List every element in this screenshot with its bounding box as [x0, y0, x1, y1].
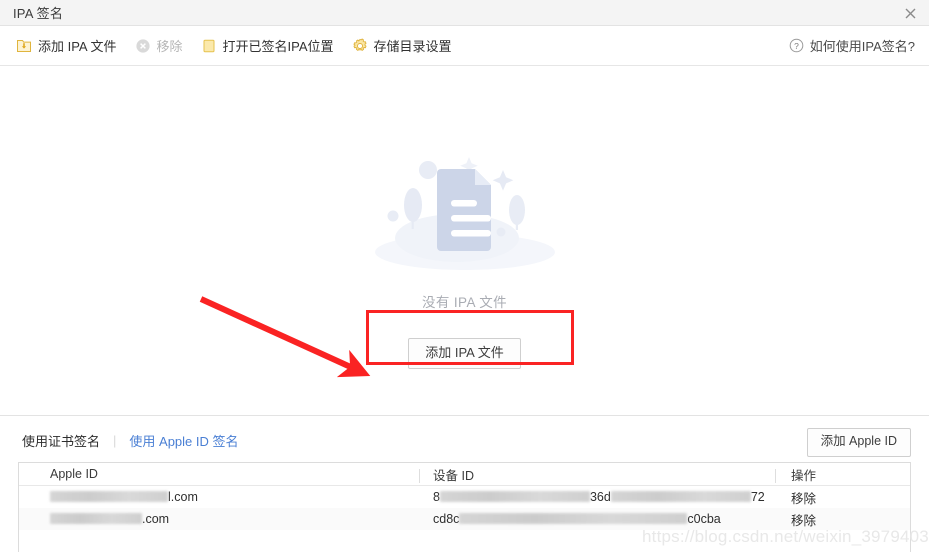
apple-id-suffix: l.com: [168, 490, 198, 504]
close-glyph: [905, 8, 915, 18]
redacted-bar: [50, 513, 142, 524]
device-id-mid: 36d: [589, 490, 611, 504]
close-icon[interactable]: [899, 3, 921, 23]
redacted-bar: [50, 491, 168, 502]
circle-x-icon: [135, 38, 151, 54]
toolbar-add-ipa-button[interactable]: 添加 IPA 文件: [10, 33, 123, 59]
folder-icon: [201, 38, 217, 54]
device-id-prefix: cd8c: [433, 512, 460, 526]
main-content-area: 没有 IPA 文件 添加 IPA 文件: [0, 66, 929, 415]
toolbar-remove-label: 移除: [156, 39, 183, 54]
signing-section: 使用证书签名 | 使用 Apple ID 签名 添加 Apple ID Appl…: [0, 415, 929, 553]
apple-id-suffix: .com: [142, 512, 170, 526]
download-to-folder-icon: [16, 38, 32, 54]
toolbar-remove-button[interactable]: 移除: [129, 33, 189, 59]
page-title: IPA 签名: [13, 6, 64, 21]
question-circle-icon: ?: [789, 38, 805, 54]
table-header-row: Apple ID 设备 ID 操作: [19, 463, 910, 486]
row-remove-link[interactable]: 移除: [791, 492, 816, 506]
empty-state-message: 没有 IPA 文件: [421, 295, 508, 310]
cell-device-id: cd8c c0cba: [419, 512, 775, 526]
cell-device-id: 8 36d 72: [419, 490, 775, 504]
toolbar-storage-settings-button[interactable]: 存储目录设置: [346, 33, 458, 59]
svg-text:?: ?: [794, 41, 799, 51]
redacted-bar: [459, 513, 688, 524]
device-id-suffix: 72: [750, 490, 765, 504]
toolbar-storage-settings-label: 存储目录设置: [373, 39, 452, 54]
redacted-bar: [439, 491, 590, 502]
ipa-signer-window: IPA 签名 添加 IPA 文件 移除 打开已签名IPA位置 存储目录设置 ? …: [0, 0, 929, 553]
toolbar-help-button[interactable]: ? 如何使用IPA签名?: [785, 33, 919, 59]
row-remove-link[interactable]: 移除: [791, 514, 816, 528]
toolbar-open-signed-location-button[interactable]: 打开已签名IPA位置: [195, 33, 340, 59]
toolbar-help-label: 如何使用IPA签名?: [809, 39, 915, 54]
tab-sign-with-apple-id[interactable]: 使用 Apple ID 签名: [129, 431, 238, 450]
apple-id-table: Apple ID 设备 ID 操作 l.com 8 36d 72 移除 .com…: [18, 462, 911, 552]
cell-action: 移除: [775, 488, 910, 507]
table-row[interactable]: l.com 8 36d 72 移除: [19, 486, 910, 508]
tab-separator: |: [113, 432, 117, 448]
title-bar: IPA 签名: [0, 0, 929, 26]
signing-tabs: 使用证书签名 | 使用 Apple ID 签名 添加 Apple ID: [0, 416, 929, 464]
table-row[interactable]: .com cd8c c0cba 移除: [19, 508, 910, 530]
column-header-apple-id: Apple ID: [50, 467, 98, 481]
column-header-device-id: 设备 ID: [419, 465, 775, 484]
cell-action: 移除: [775, 510, 910, 529]
add-apple-id-button[interactable]: 添加 Apple ID: [806, 428, 911, 457]
device-id-suffix: c0cba: [687, 512, 721, 526]
cell-apple-id: .com: [19, 512, 419, 526]
empty-state: 没有 IPA 文件 添加 IPA 文件: [305, 132, 625, 370]
add-ipa-file-button[interactable]: 添加 IPA 文件: [408, 338, 521, 370]
toolbar: 添加 IPA 文件 移除 打开已签名IPA位置 存储目录设置 ? 如何使用IPA…: [0, 26, 929, 66]
cell-apple-id: l.com: [19, 490, 419, 504]
toolbar-open-signed-location-label: 打开已签名IPA位置: [222, 39, 334, 54]
column-header-action: 操作: [775, 465, 910, 484]
toolbar-add-ipa-label: 添加 IPA 文件: [38, 39, 117, 54]
redacted-bar: [610, 491, 751, 502]
device-id-prefix: 8: [433, 490, 440, 504]
empty-document-illustration: [374, 157, 555, 270]
gear-icon: [352, 37, 368, 54]
tab-sign-with-certificate[interactable]: 使用证书签名: [22, 431, 100, 450]
